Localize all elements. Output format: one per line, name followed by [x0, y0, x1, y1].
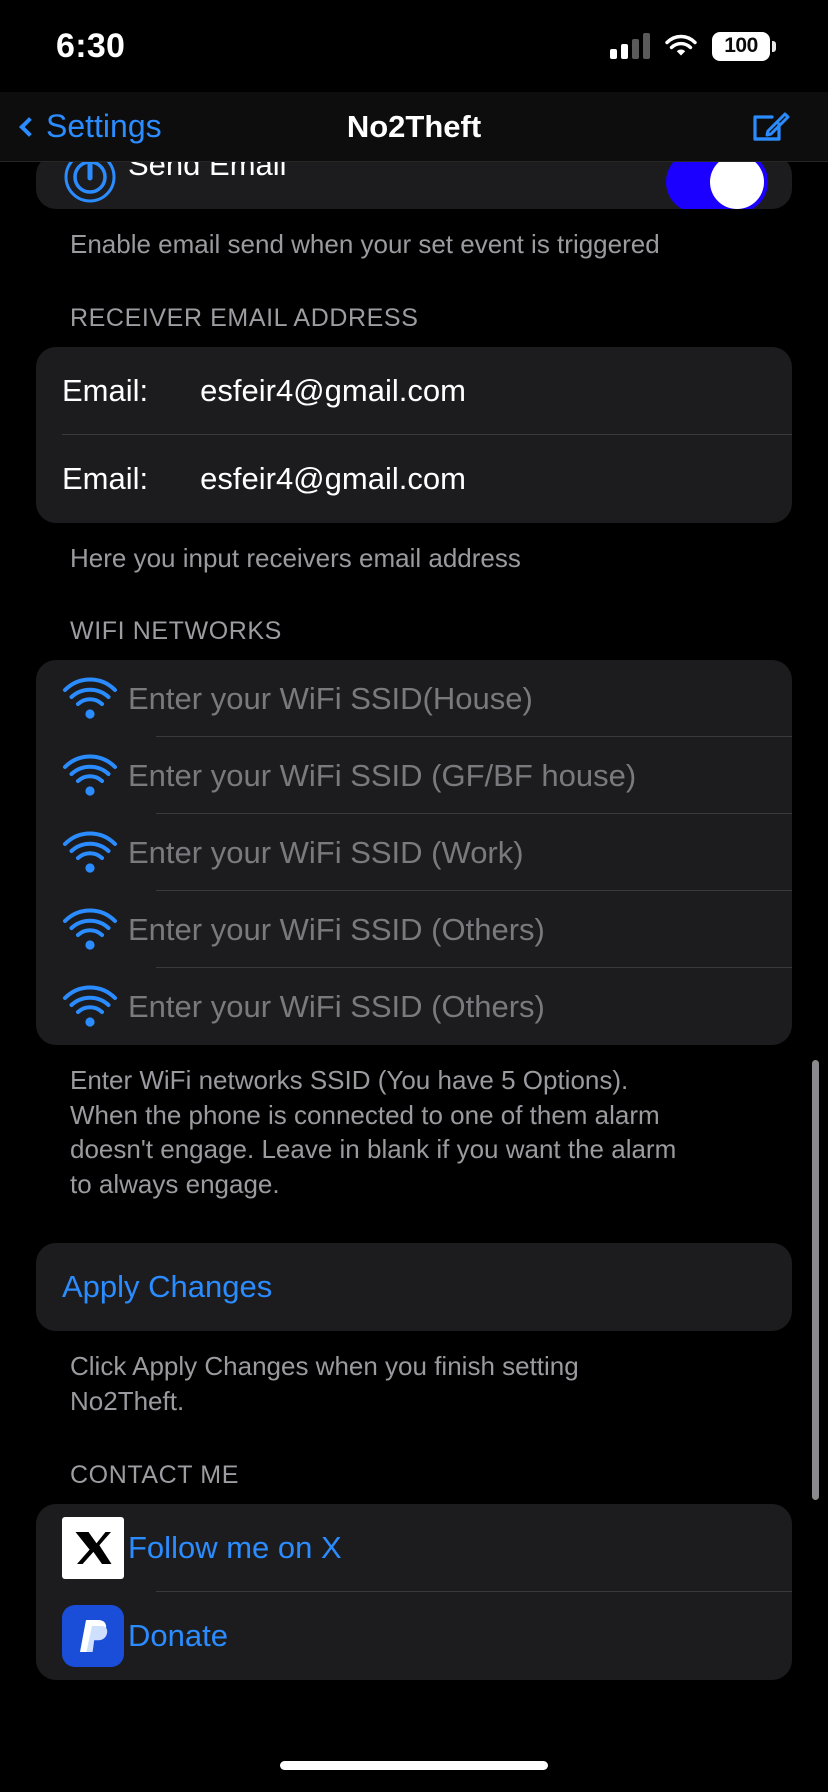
apply-changes-group: Apply Changes	[36, 1243, 792, 1332]
email-field[interactable]: esfeir4@gmail.com	[200, 461, 466, 497]
send-email-footer: Enable email send when your set event is…	[70, 229, 660, 259]
wifi-ssid-row[interactable]: Enter your WiFi SSID (Work)	[36, 814, 792, 892]
status-bar-indicators: 100	[610, 31, 776, 61]
contact-me-header: CONTACT ME	[70, 1460, 239, 1489]
donate-label: Donate	[128, 1617, 228, 1653]
home-indicator[interactable]	[280, 1761, 548, 1770]
wifi-icon	[62, 669, 128, 729]
apply-changes-button[interactable]: Apply Changes	[36, 1243, 792, 1331]
power-icon	[62, 155, 128, 209]
send-email-toggle[interactable]	[666, 155, 768, 209]
compose-button[interactable]	[750, 107, 790, 147]
email-field[interactable]: esfeir4@gmail.com	[200, 373, 466, 409]
follow-on-x-row[interactable]: Follow me on X	[36, 1504, 792, 1592]
wifi-networks-footer: Enter WiFi networks SSID (You have 5 Opt…	[70, 1065, 677, 1199]
wifi-ssid-row[interactable]: Enter your WiFi SSID (GF/BF house)	[36, 737, 792, 815]
apply-changes-footer: Click Apply Changes when you finish sett…	[70, 1351, 579, 1417]
wifi-icon	[62, 746, 128, 806]
status-bar-time: 6:30	[56, 26, 126, 65]
navigation-bar: Settings No2Theft	[0, 92, 828, 162]
page-title: No2Theft	[346, 108, 482, 144]
wifi-networks-header: WIFI NETWORKS	[70, 617, 282, 646]
wifi-ssid-row[interactable]: Enter your WiFi SSID(House)	[36, 660, 792, 738]
email-row[interactable]: Email: esfeir4@gmail.com	[36, 435, 792, 523]
email-label: Email:	[62, 372, 149, 408]
send-email-group: Send Email	[36, 155, 792, 209]
wifi-icon	[62, 900, 128, 960]
receiver-email-group: Email: esfeir4@gmail.com Email: esfeir4@…	[36, 346, 792, 523]
email-row[interactable]: Email: esfeir4@gmail.com	[36, 347, 792, 435]
apply-changes-label: Apply Changes	[62, 1269, 273, 1305]
email-label: Email:	[62, 460, 149, 496]
follow-on-x-label: Follow me on X	[128, 1529, 342, 1565]
paypal-icon	[62, 1604, 128, 1667]
cellular-signal-icon	[610, 33, 650, 59]
status-bar: 6:30 100	[0, 0, 828, 92]
contact-me-group: Follow me on X Donate	[36, 1503, 792, 1680]
settings-scroll-view[interactable]: Send Email Enable email send when your s…	[0, 155, 828, 1680]
donate-row[interactable]: Donate	[36, 1592, 792, 1680]
toggle-knob	[710, 155, 764, 209]
receiver-email-footer: Here you input receivers email address	[70, 542, 521, 573]
send-email-row[interactable]: Send Email	[36, 155, 792, 209]
wifi-networks-group: Enter your WiFi SSID(House) Enter your W…	[36, 660, 792, 1046]
battery-icon: 100	[712, 31, 776, 61]
wifi-ssid-input[interactable]: Enter your WiFi SSID (Others)	[128, 912, 545, 948]
vertical-scrollbar[interactable]	[812, 1060, 819, 1500]
wifi-ssid-input[interactable]: Enter your WiFi SSID (Work)	[128, 835, 524, 871]
wifi-icon	[665, 34, 697, 58]
wifi-ssid-input[interactable]: Enter your WiFi SSID(House)	[128, 681, 533, 717]
wifi-icon	[62, 977, 128, 1037]
receiver-email-header: RECEIVER EMAIL ADDRESS	[70, 303, 419, 332]
wifi-ssid-input[interactable]: Enter your WiFi SSID (Others)	[128, 989, 545, 1025]
wifi-ssid-row[interactable]: Enter your WiFi SSID (Others)	[36, 891, 792, 969]
wifi-ssid-row[interactable]: Enter your WiFi SSID (Others)	[36, 968, 792, 1045]
x-logo-icon	[62, 1516, 128, 1579]
wifi-ssid-input[interactable]: Enter your WiFi SSID (GF/BF house)	[128, 758, 636, 794]
battery-level-text: 100	[724, 34, 758, 57]
phone-screen: 6:30 100 Settings No2Theft Send Email En…	[0, 0, 828, 1792]
wifi-icon	[62, 823, 128, 883]
